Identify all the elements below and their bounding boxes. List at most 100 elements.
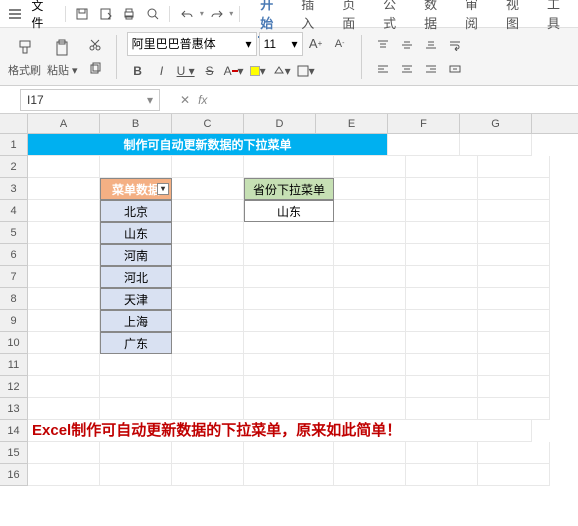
redo-dropdown-icon[interactable]: ▾ <box>229 9 233 18</box>
cell[interactable] <box>28 332 100 354</box>
menu-header-cell[interactable]: 菜单数据▾ <box>100 178 172 200</box>
menu-item-cell[interactable]: 上海 <box>100 310 172 332</box>
col-header[interactable]: G <box>460 114 532 133</box>
cell[interactable] <box>172 178 244 200</box>
border-icon[interactable]: ▾ <box>295 60 317 82</box>
row-header[interactable]: 9 <box>0 310 28 332</box>
cell[interactable] <box>334 222 406 244</box>
underline-icon[interactable]: U ▾ <box>175 60 197 82</box>
row-header[interactable]: 12 <box>0 376 28 398</box>
cell[interactable] <box>172 464 244 486</box>
cell[interactable] <box>406 332 478 354</box>
menu-item-cell[interactable]: 天津 <box>100 288 172 310</box>
font-name-select[interactable]: 阿里巴巴普惠体 ▾ <box>127 32 257 56</box>
cell[interactable] <box>406 310 478 332</box>
cell[interactable] <box>100 156 172 178</box>
cell[interactable] <box>28 398 100 420</box>
cell[interactable] <box>406 398 478 420</box>
cell[interactable] <box>478 266 550 288</box>
italic-icon[interactable]: I <box>151 60 173 82</box>
cell[interactable] <box>28 244 100 266</box>
menu-icon[interactable] <box>4 3 25 25</box>
file-menu[interactable]: 文件 <box>31 0 54 31</box>
col-header[interactable]: F <box>388 114 460 133</box>
tab-formula[interactable]: 公式 <box>381 0 410 38</box>
cell[interactable] <box>334 398 406 420</box>
cell[interactable] <box>172 222 244 244</box>
wrap-text-icon[interactable] <box>444 34 466 56</box>
cell[interactable] <box>406 354 478 376</box>
cell[interactable] <box>244 222 334 244</box>
undo-dropdown-icon[interactable]: ▾ <box>200 9 204 18</box>
undo-icon[interactable] <box>176 3 197 25</box>
strikethrough-icon[interactable]: S <box>199 60 221 82</box>
align-right-icon[interactable] <box>420 58 442 80</box>
footer-text-cell[interactable]: Excel制作可自动更新数据的下拉菜单，原来如此简单！ <box>28 420 532 442</box>
cell[interactable] <box>28 156 100 178</box>
cell[interactable] <box>334 288 406 310</box>
cell[interactable] <box>28 222 100 244</box>
row-header[interactable]: 6 <box>0 244 28 266</box>
cell[interactable] <box>478 244 550 266</box>
cell[interactable] <box>406 376 478 398</box>
highlight-icon[interactable]: ▾ <box>247 60 269 82</box>
cell[interactable] <box>172 376 244 398</box>
print-preview-icon[interactable] <box>142 3 163 25</box>
save-as-icon[interactable] <box>95 3 116 25</box>
col-header[interactable]: E <box>316 114 388 133</box>
col-header[interactable]: B <box>100 114 172 133</box>
cell[interactable] <box>28 354 100 376</box>
row-header[interactable]: 4 <box>0 200 28 222</box>
cell[interactable] <box>172 398 244 420</box>
cell[interactable] <box>28 178 100 200</box>
cell[interactable] <box>172 354 244 376</box>
cell[interactable] <box>478 178 550 200</box>
cell[interactable] <box>334 354 406 376</box>
menu-item-cell[interactable]: 北京 <box>100 200 172 222</box>
copy-icon[interactable] <box>84 58 106 80</box>
bold-icon[interactable]: B <box>127 60 149 82</box>
cell[interactable] <box>172 442 244 464</box>
cell[interactable] <box>478 156 550 178</box>
fill-color-icon[interactable]: ▾ <box>271 60 293 82</box>
cell[interactable] <box>334 464 406 486</box>
cell[interactable] <box>478 222 550 244</box>
cell[interactable] <box>478 332 550 354</box>
align-top-icon[interactable] <box>372 34 394 56</box>
cell[interactable] <box>478 464 550 486</box>
cell[interactable] <box>334 332 406 354</box>
name-box[interactable]: I17 ▾ <box>20 89 160 111</box>
cell[interactable] <box>244 310 334 332</box>
redo-icon[interactable] <box>206 3 227 25</box>
decrease-font-icon[interactable]: A- <box>329 33 351 55</box>
cell[interactable] <box>244 156 334 178</box>
tab-data[interactable]: 数据 <box>422 0 451 38</box>
cell[interactable] <box>172 332 244 354</box>
cell[interactable] <box>244 442 334 464</box>
cell[interactable] <box>172 266 244 288</box>
cell[interactable] <box>478 376 550 398</box>
row-header[interactable]: 7 <box>0 266 28 288</box>
menu-item-cell[interactable]: 山东 <box>100 222 172 244</box>
cancel-formula-icon[interactable]: ✕ <box>180 93 190 107</box>
filter-dropdown-icon[interactable]: ▾ <box>157 183 169 195</box>
cell[interactable] <box>478 442 550 464</box>
cell[interactable] <box>244 332 334 354</box>
cell[interactable] <box>406 442 478 464</box>
row-header[interactable]: 2 <box>0 156 28 178</box>
align-bottom-icon[interactable] <box>420 34 442 56</box>
cell[interactable] <box>244 244 334 266</box>
cell[interactable] <box>100 464 172 486</box>
cell[interactable] <box>334 200 406 222</box>
dropdown-value-cell[interactable]: 山东 <box>244 200 334 222</box>
cell[interactable] <box>334 178 406 200</box>
font-color-icon[interactable]: A ▾ <box>223 60 245 82</box>
row-header[interactable]: 1 <box>0 134 28 156</box>
print-icon[interactable] <box>119 3 140 25</box>
cell[interactable] <box>478 288 550 310</box>
cell[interactable] <box>244 376 334 398</box>
cell[interactable] <box>406 244 478 266</box>
row-header[interactable]: 8 <box>0 288 28 310</box>
cell[interactable] <box>334 244 406 266</box>
dropdown-header-cell[interactable]: 省份下拉菜单 <box>244 178 334 200</box>
